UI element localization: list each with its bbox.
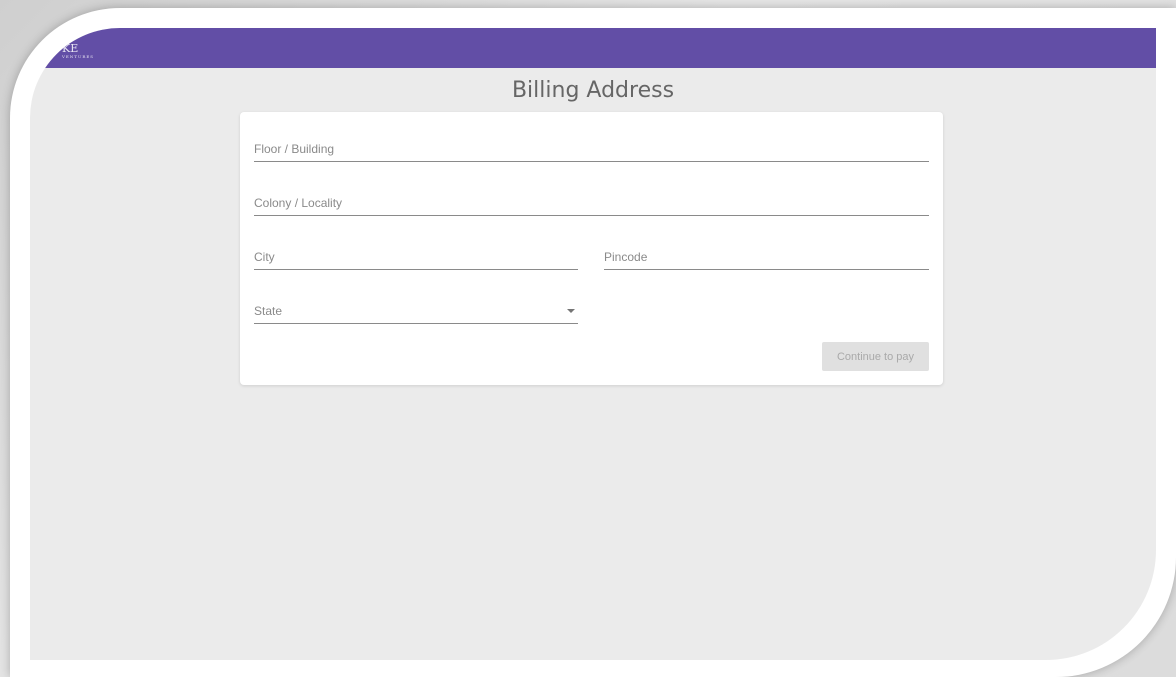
billing-form-card: Floor / Building Colony / Locality City … [240, 112, 943, 385]
state-select[interactable]: State [254, 296, 578, 324]
chevron-down-icon[interactable] [567, 309, 575, 313]
top-app-bar: KE VENTURES [30, 28, 1156, 68]
colony-locality-placeholder: Colony / Locality [254, 196, 343, 210]
floor-building-field[interactable]: Floor / Building [254, 134, 929, 162]
page-title: Billing Address [511, 78, 675, 103]
brand-logo[interactable]: KE VENTURES [62, 43, 95, 59]
pincode-placeholder: Pincode [604, 250, 648, 264]
floor-building-placeholder: Floor / Building [254, 142, 335, 156]
city-placeholder: City [254, 250, 275, 264]
city-field[interactable]: City [254, 242, 578, 270]
window-frame: KE VENTURES Billing Address Floor / Buil… [0, 0, 1176, 677]
pincode-field[interactable]: Pincode [604, 242, 929, 270]
app-screen: KE VENTURES Billing Address Floor / Buil… [30, 28, 1156, 660]
continue-to-pay-button[interactable]: Continue to pay [822, 342, 929, 371]
state-placeholder: State [254, 304, 283, 318]
colony-locality-field[interactable]: Colony / Locality [254, 188, 929, 216]
logo-subtext: VENTURES [62, 54, 95, 59]
